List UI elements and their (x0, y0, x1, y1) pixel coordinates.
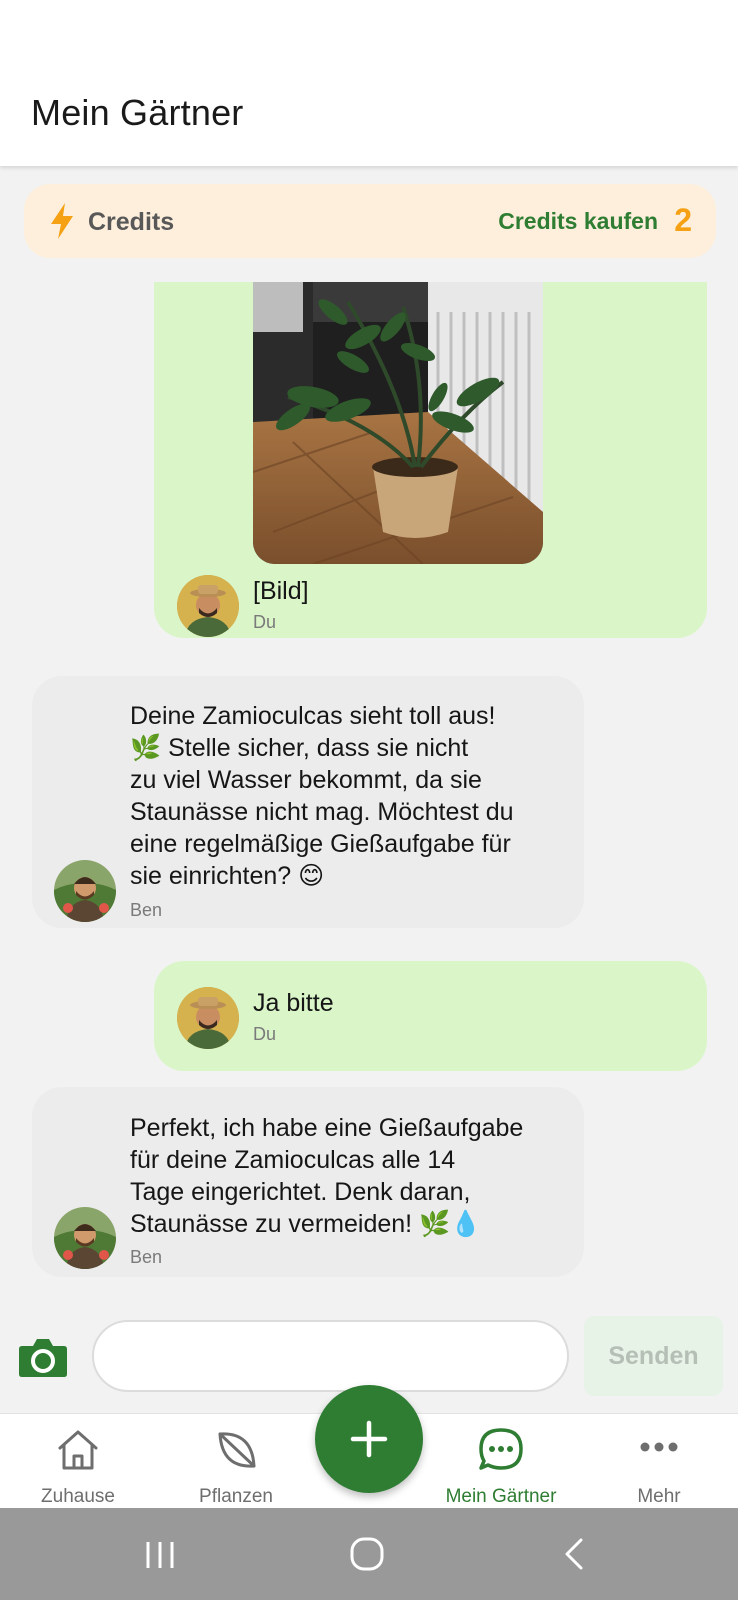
app-header: Mein Gärtner (0, 0, 738, 166)
nav-label-my-gardener: Mein Gärtner (445, 1486, 557, 1507)
plus-icon (350, 1420, 388, 1458)
chat-messages[interactable]: [Bild] Du Deine Zamioculcas sieht toll a… (0, 282, 738, 1300)
back-icon (565, 1538, 583, 1570)
message-input[interactable] (92, 1320, 569, 1392)
nav-item-my-gardener[interactable]: Mein Gärtner (427, 1414, 575, 1509)
message-text: Ja bitte (253, 989, 334, 1017)
message-sender: Ben (130, 1247, 163, 1267)
more-icon (640, 1442, 678, 1452)
gardener-avatar (54, 860, 116, 922)
gardener-avatar (54, 1207, 116, 1269)
message-text: Deine Zamioculcas sieht toll aus! 🌿 Stel… (130, 702, 514, 890)
leaf-icon (218, 1432, 256, 1468)
nav-label-more: Mehr (637, 1486, 681, 1507)
message-sender: Du (253, 1024, 277, 1044)
page-title: Mein Gärtner (31, 92, 244, 133)
system-navigation-bar (0, 1508, 738, 1600)
recent-apps-button[interactable] (130, 1528, 190, 1580)
user-avatar (177, 987, 239, 1049)
credits-count: 2 (674, 202, 692, 238)
home-icon (58, 1430, 98, 1470)
buy-credits-link[interactable]: Credits kaufen (498, 208, 658, 235)
nav-item-plants[interactable]: Pflanzen (162, 1414, 310, 1509)
credits-bar: Credits Credits kaufen 2 (24, 184, 716, 258)
nav-item-more[interactable]: Mehr (585, 1414, 733, 1509)
message-text: Perfekt, ich habe eine Gießaufgabe für d… (130, 1114, 524, 1238)
camera-icon[interactable] (18, 1336, 68, 1378)
user-avatar (177, 575, 239, 637)
nav-item-home[interactable]: Zuhause (4, 1414, 152, 1509)
message-sender: Ben (130, 900, 163, 920)
nav-label-plants: Pflanzen (199, 1486, 273, 1507)
nav-label-home: Zuhause (41, 1486, 115, 1507)
home-circle-icon (350, 1537, 384, 1571)
back-button[interactable] (545, 1528, 605, 1580)
credits-label: Credits (88, 208, 175, 236)
recent-apps-icon (146, 1542, 174, 1568)
home-system-button[interactable] (337, 1528, 397, 1580)
chat-icon (479, 1428, 523, 1470)
add-button[interactable] (315, 1385, 423, 1493)
message-sender: Du (253, 612, 277, 632)
lightning-icon (51, 203, 73, 239)
send-button[interactable]: Senden (584, 1316, 723, 1396)
plant-photo[interactable] (253, 282, 543, 564)
message-text: [Bild] (253, 577, 309, 605)
